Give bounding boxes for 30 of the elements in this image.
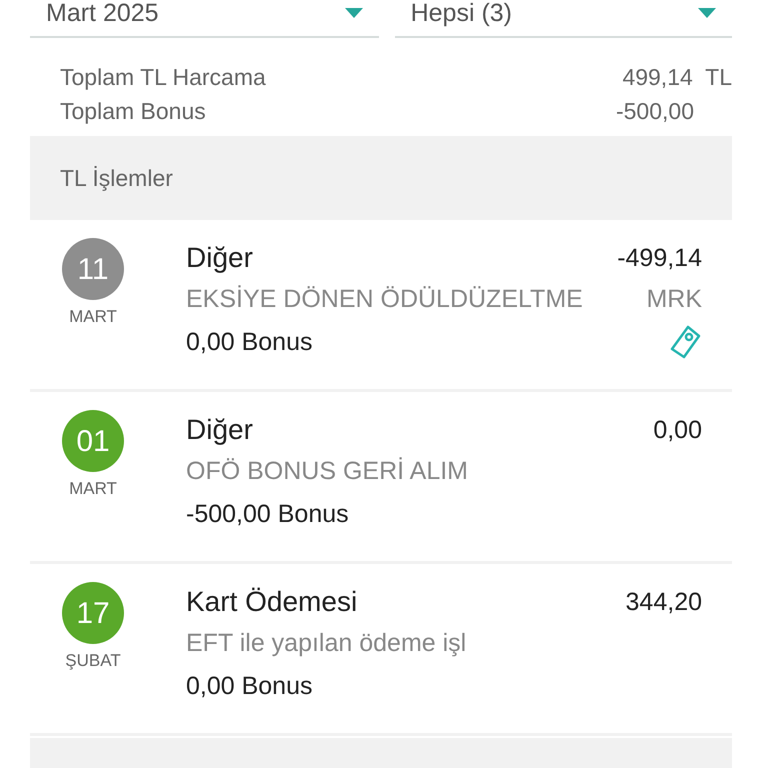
bonus-amount: -500,00 Bonus: [186, 499, 349, 530]
dropdown[interactable]: Mart 2025: [30, 0, 379, 38]
date-circle: 11: [62, 238, 124, 300]
section-title: TL İşlemler: [60, 164, 173, 193]
transaction-description: EFT ile yapılan ödeme işl: [186, 628, 466, 659]
dropdown[interactable]: Hepsi (3): [394, 0, 732, 38]
summary-label: Toplam Bonus: [60, 97, 206, 126]
date-circle: 01: [62, 410, 124, 472]
caret-icon: [344, 8, 363, 18]
bonus-amount: 0,00 Bonus: [186, 671, 312, 702]
transaction-description: OFÖ BONUS GERİ ALIM: [186, 456, 468, 487]
transaction-title: Diğer: [186, 413, 253, 447]
transaction-row[interactable]: 11 MART Diğer -499,14 EKSİYE DÖNEN ÖDÜLDÜZELTME MRK 0,00 Bonus: [30, 220, 732, 392]
month-label: MART: [69, 478, 117, 500]
caret-icon: [698, 8, 716, 18]
transaction-title: Kart Ödemesi: [186, 585, 358, 619]
bonus-amount: 0,00 Bonus: [186, 327, 312, 358]
summary-value: -500,00: [616, 97, 694, 126]
merchant-code: MRK: [646, 284, 702, 315]
transaction-description: EKSİYE DÖNEN ÖDÜLDÜZELTME: [186, 284, 583, 315]
summary-value: 499,14 TL: [622, 63, 732, 92]
month-label: MART: [69, 306, 117, 328]
transaction-amount: 0,00: [653, 415, 702, 446]
transaction-title: Diğer: [186, 241, 253, 275]
transaction-amount: 344,20: [626, 587, 702, 618]
summary-label: Toplam TL Harcama: [60, 63, 266, 92]
month-label: ŞUBAT: [65, 650, 121, 672]
date-circle: 17: [62, 582, 124, 644]
transaction-amount: -499,14: [617, 243, 702, 274]
transaction-row[interactable]: 01 MART Diğer 0,00 OFÖ BONUS GERİ ALIM -500,00 Bonus: [30, 392, 732, 564]
